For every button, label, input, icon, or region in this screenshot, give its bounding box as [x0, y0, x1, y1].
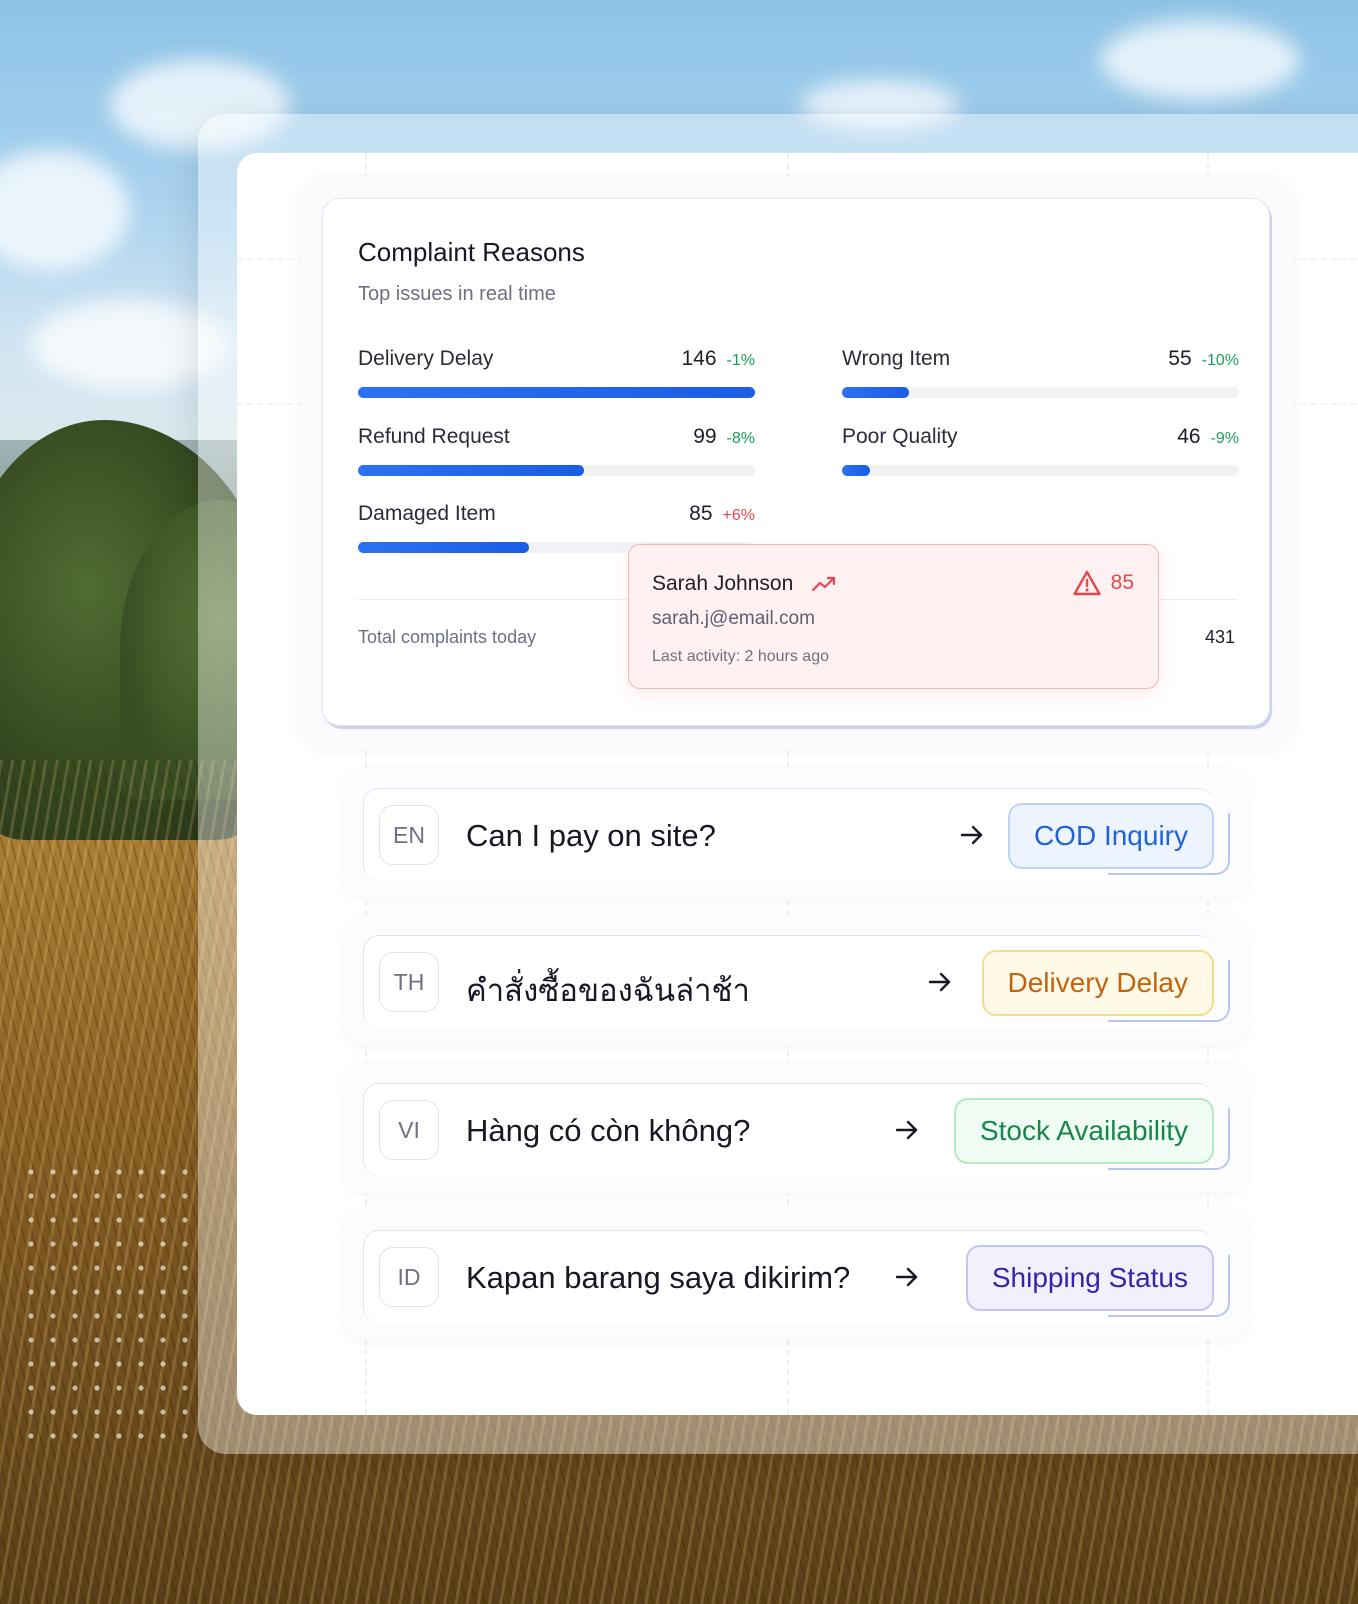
metric-count: 146: [681, 347, 717, 370]
metric-change: -8%: [726, 430, 755, 447]
metric-values: 99 -8%: [693, 425, 755, 449]
wildflowers: [20, 1160, 190, 1440]
trending-up-icon: [812, 576, 836, 592]
metric-count: 55: [1168, 347, 1192, 370]
query-row-vi[interactable]: VI Hàng có còn không? Stock Availability: [363, 1083, 1230, 1176]
intent-tag[interactable]: COD Inquiry: [1007, 803, 1214, 869]
metric-change: -10%: [1201, 352, 1239, 369]
progress-fill: [358, 465, 585, 476]
language-badge: ID: [379, 1247, 439, 1307]
progress-fill: [842, 465, 870, 476]
arrow-right-icon: [960, 825, 983, 845]
query-row-id[interactable]: ID Kapan barang saya dikirim? Shipping Sta…: [363, 1230, 1230, 1323]
metric-count: 99: [693, 425, 717, 448]
customer-name: Sarah Johnson: [652, 572, 794, 595]
cloud: [1100, 20, 1300, 100]
progress-fill: [358, 542, 529, 553]
customer-email: sarah.j@email.com: [652, 608, 815, 629]
query-text: Can I pay on site?: [466, 818, 716, 853]
last-activity: Last activity: 2 hours ago: [652, 648, 829, 665]
query-text: Kapan barang saya dikirim?: [466, 1260, 851, 1295]
warning-triangle-icon: [1072, 570, 1101, 596]
metric-change: -9%: [1210, 430, 1239, 447]
progress-track: [358, 387, 755, 398]
progress-fill: [358, 387, 755, 398]
language-badge: VI: [379, 1100, 439, 1160]
metric-values: 46 -9%: [1177, 425, 1239, 449]
total-label: Total complaints today: [358, 627, 537, 647]
risk-score-value: 85: [1110, 571, 1134, 594]
metric-values: 55 -10%: [1168, 347, 1239, 371]
metric-label: Delivery Delay: [358, 347, 494, 370]
intent-tag[interactable]: Shipping Status: [965, 1245, 1214, 1311]
language-badge: TH: [379, 952, 439, 1012]
progress-track: [358, 465, 755, 476]
progress-track: [842, 387, 1239, 398]
customer-tooltip: Sarah Johnson 85 sarah.j@email.com Last …: [628, 544, 1159, 689]
query-row-th[interactable]: TH คำสั่งซื้อของฉันล่าช้า Delivery Delay: [363, 935, 1230, 1028]
metric-poor-quality[interactable]: Poor Quality 46 -9%: [842, 425, 1239, 476]
metric-wrong-item[interactable]: Wrong Item 55 -10%: [842, 347, 1239, 398]
metric-delivery-delay[interactable]: Delivery Delay 146 -1%: [358, 347, 756, 398]
metric-refund-request[interactable]: Refund Request 99 -8%: [358, 425, 755, 476]
arrow-right-icon: [895, 1120, 918, 1140]
metric-label: Damaged Item: [358, 502, 496, 525]
card-title: Complaint Reasons: [358, 237, 585, 267]
metric-label: Wrong Item: [842, 347, 951, 370]
query-row-en[interactable]: EN Can I pay on site? COD Inquiry: [363, 788, 1230, 881]
metric-label: Refund Request: [358, 425, 510, 448]
arrow-right-icon: [895, 1267, 918, 1287]
query-text: คำสั่งซื้อของฉันล่าช้า: [466, 973, 750, 1008]
intent-tag[interactable]: Stock Availability: [953, 1098, 1214, 1164]
metric-change: +6%: [722, 507, 755, 524]
metric-label: Poor Quality: [842, 425, 958, 448]
progress-fill: [842, 387, 910, 398]
metric-count: 46: [1177, 425, 1201, 448]
intent-tag[interactable]: Delivery Delay: [981, 950, 1214, 1016]
arrow-right-icon: [928, 972, 951, 992]
query-text: Hàng có còn không?: [466, 1113, 751, 1148]
metric-values: 146 -1%: [682, 347, 756, 371]
metric-count: 85: [689, 502, 713, 525]
total-value: 431: [1204, 627, 1235, 647]
card-subtitle: Top issues in real time: [358, 283, 556, 305]
risk-score: 85: [1072, 570, 1134, 596]
language-badge: EN: [379, 805, 439, 865]
progress-track: [842, 465, 1239, 476]
metric-values: 85 +6%: [689, 502, 755, 526]
metric-change: -1%: [726, 352, 755, 369]
